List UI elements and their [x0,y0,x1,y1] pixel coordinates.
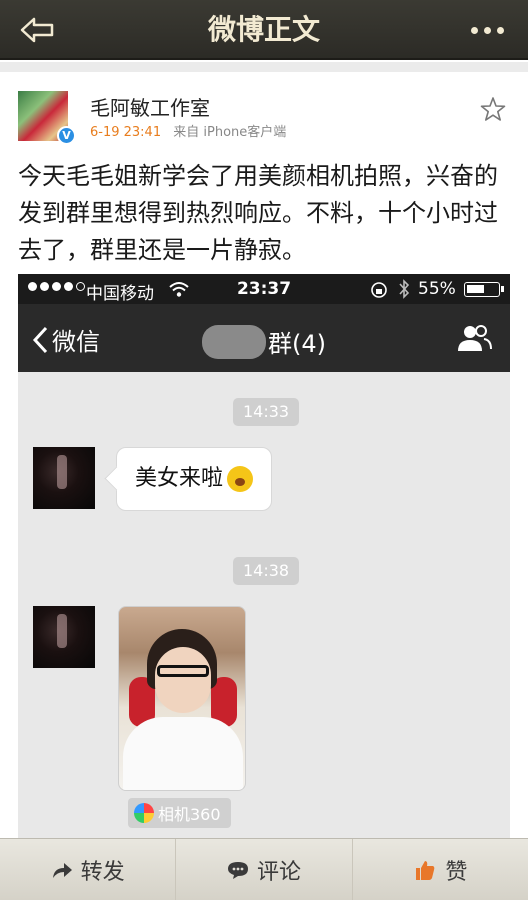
more-dots-icon [470,26,478,34]
message-text: 美女来啦 [135,466,224,491]
app-tag-label: 相机360 [158,805,221,824]
phone-status-bar: 中国移动 23:37 55% [18,274,510,304]
shy-emoji-icon [227,466,254,492]
rotation-lock-icon [371,282,387,298]
like-label: 赞 [445,859,468,885]
username[interactable]: 毛阿敏工作室 [90,92,210,121]
wechat-back-label: 微信 [52,328,100,356]
post-time: 6-19 23:41 [90,125,162,140]
wechat-back-button[interactable]: 微信 [32,322,100,357]
comment-bubble-icon [227,861,248,879]
post-source: 来自 iPhone客户端 [173,125,287,140]
comment-button[interactable]: 评论 [175,839,351,900]
battery-percent: 55% [418,279,456,299]
redacted-blur [202,324,266,359]
more-options-button[interactable] [464,14,510,46]
chevron-left-icon [32,326,48,353]
like-button[interactable]: 赞 [351,839,528,900]
glasses [157,665,209,677]
verified-badge-icon: V [57,126,76,145]
favorite-star-icon[interactable] [480,96,506,122]
battery-icon [464,282,504,297]
camera360-icon [134,803,154,823]
bottom-action-bar: 转发 评论 赞 [0,838,528,900]
group-title: 群(4) [202,324,326,359]
repost-button[interactable]: 转发 [0,839,175,900]
repost-label: 转发 [80,859,125,885]
embedded-screenshot[interactable]: 中国移动 23:37 55% 微信 群(4) 14:33 美女来啦 14:38 … [18,274,510,839]
chat-timestamp: 14:33 [233,398,300,426]
message-bubble[interactable]: 美女来啦 [116,447,273,511]
post-text: 今天毛毛姐新学会了用美颜相机拍照，兴奋的发到群里想得到热烈响应。不料，十个小时过… [18,162,498,264]
group-title-text: 群(4) [268,330,326,358]
comment-label: 评论 [256,859,301,885]
sender-avatar[interactable] [33,447,95,509]
selfie-photo-message[interactable] [118,606,246,791]
top-navigation-bar: 微博正文 [0,0,528,60]
page-title: 微博正文 [207,13,320,46]
bluetooth-icon [399,279,410,299]
sender-avatar[interactable] [33,606,95,668]
repost-arrow-icon [52,862,72,878]
separator-strip [0,62,528,72]
group-members-icon[interactable] [456,324,492,352]
app-source-tag[interactable]: 相机360 [128,798,231,828]
post-meta: 6-19 23:41 来自 iPhone客户端 [90,121,286,140]
thumbs-up-icon [416,860,435,880]
wechat-nav-bar: 微信 群(4) [18,304,510,372]
chat-timestamp: 14:38 [233,557,300,585]
